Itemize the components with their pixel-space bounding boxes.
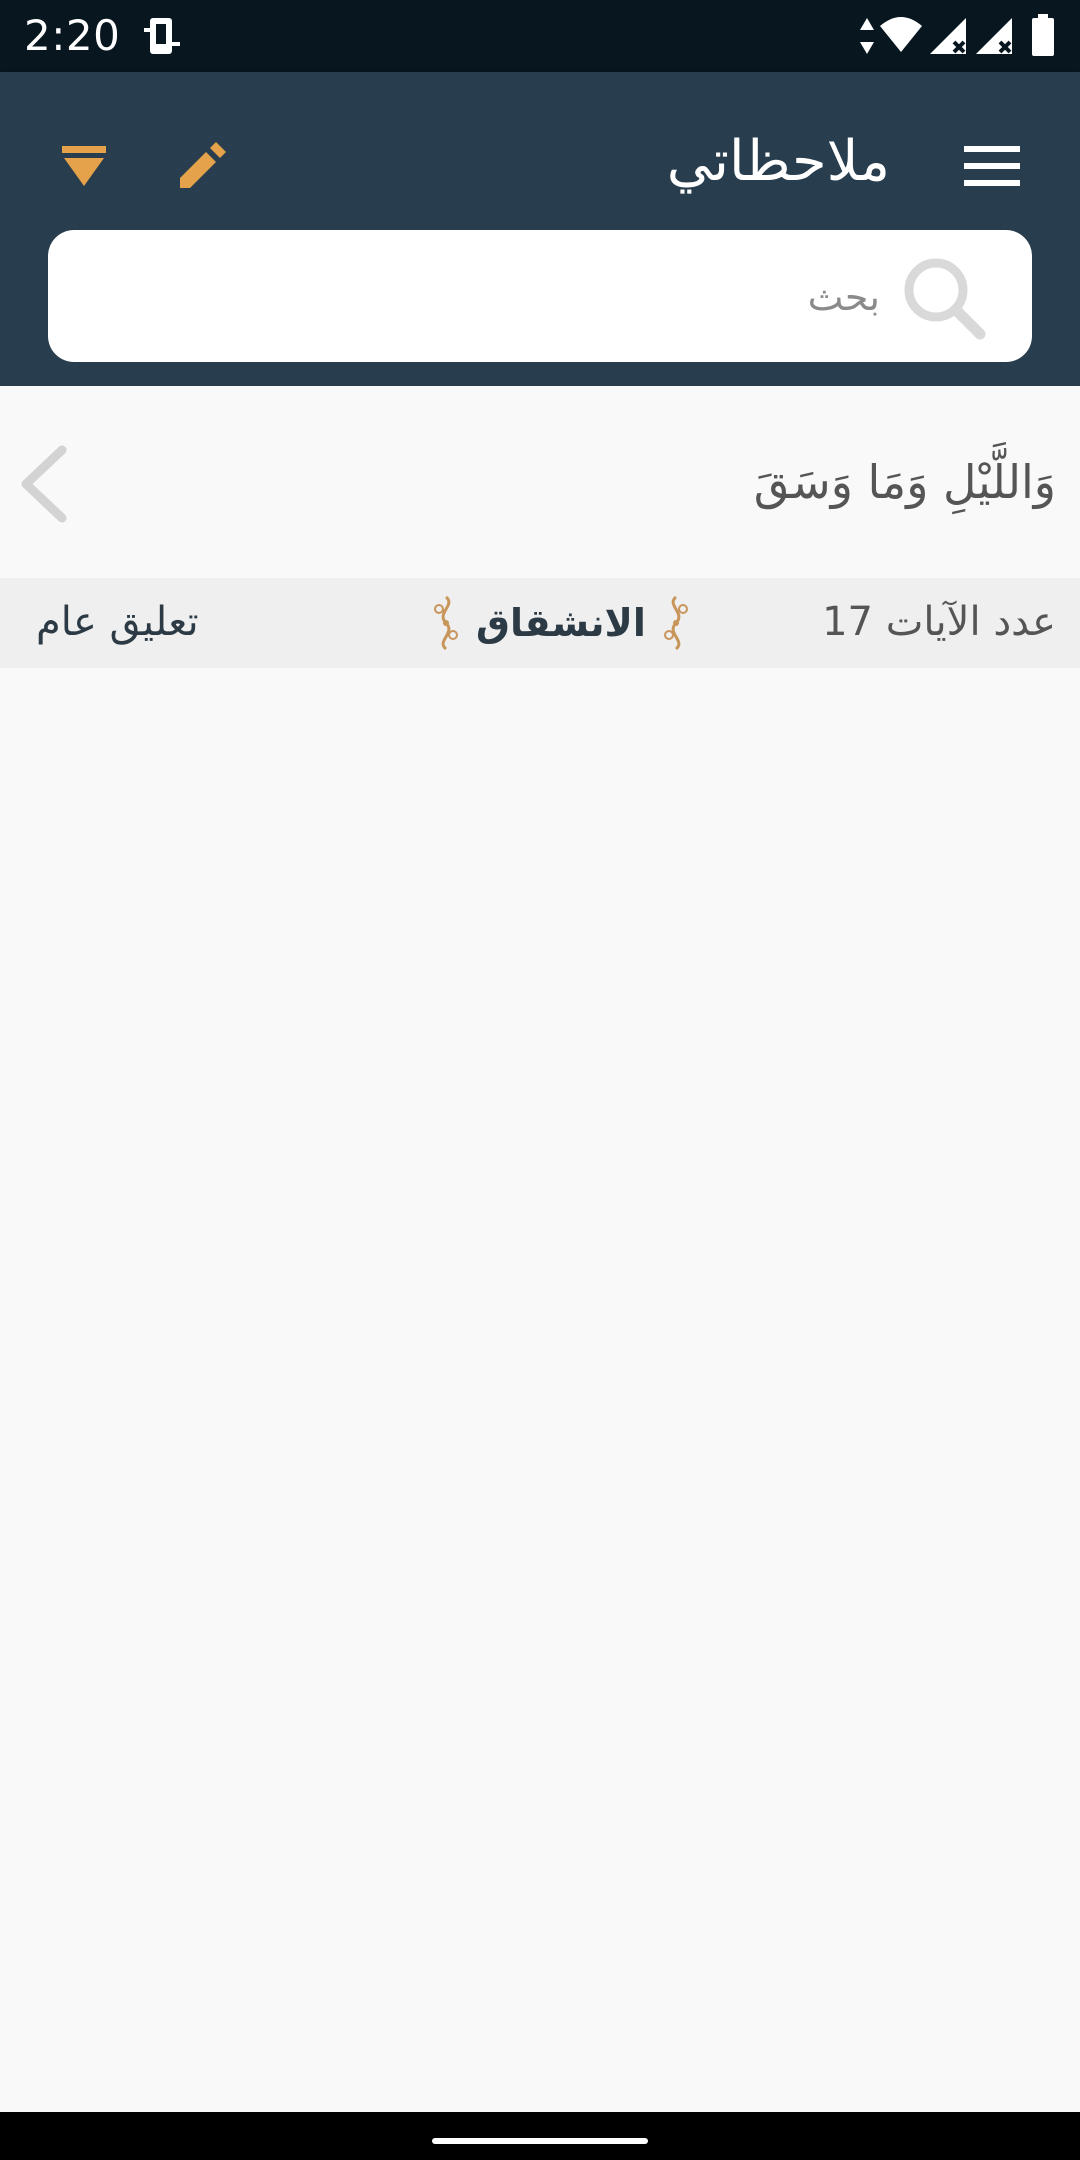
navigation-bar — [0, 2112, 1080, 2160]
surah-label: الانشقاق — [428, 590, 694, 656]
wifi-icon — [878, 14, 924, 58]
menu-button[interactable] — [950, 124, 1034, 208]
status-bar: 2:20 — [0, 0, 1080, 72]
filter-button[interactable] — [42, 124, 126, 208]
pencil-icon — [180, 142, 226, 188]
comment-type: تعليق عام — [36, 599, 199, 645]
note-item[interactable]: وَاللَّيْلِ وَمَا وَسَقَ — [0, 386, 1080, 578]
device-icon — [138, 14, 184, 64]
chevron-left-icon[interactable] — [14, 442, 78, 526]
app-title: ملاحظاتي — [666, 129, 890, 194]
ornament-icon — [663, 595, 688, 651]
ornament-icon — [434, 595, 458, 651]
signal-icon — [974, 16, 1014, 60]
status-time: 2:20 — [24, 11, 121, 60]
verse-text: وَاللَّيْلِ وَمَا وَسَقَ — [753, 455, 1056, 509]
filter-icon — [62, 146, 106, 186]
app-bar: ملاحظاتي — [0, 72, 1080, 386]
search-icon[interactable] — [898, 252, 988, 342]
note-info-row: عدد الآيات 17 الانشقاق تعليق عام — [0, 578, 1080, 668]
signal-icon — [928, 16, 968, 60]
ayat-count: عدد الآيات 17 — [822, 599, 1056, 645]
home-indicator[interactable] — [432, 2138, 648, 2144]
battery-icon — [1030, 14, 1056, 62]
data-arrows-icon — [858, 16, 876, 60]
search-box[interactable] — [48, 230, 1032, 362]
surah-name: الانشقاق — [476, 601, 646, 645]
hamburger-menu-icon — [964, 146, 1020, 186]
edit-button[interactable] — [160, 124, 244, 208]
search-input[interactable] — [118, 256, 882, 338]
